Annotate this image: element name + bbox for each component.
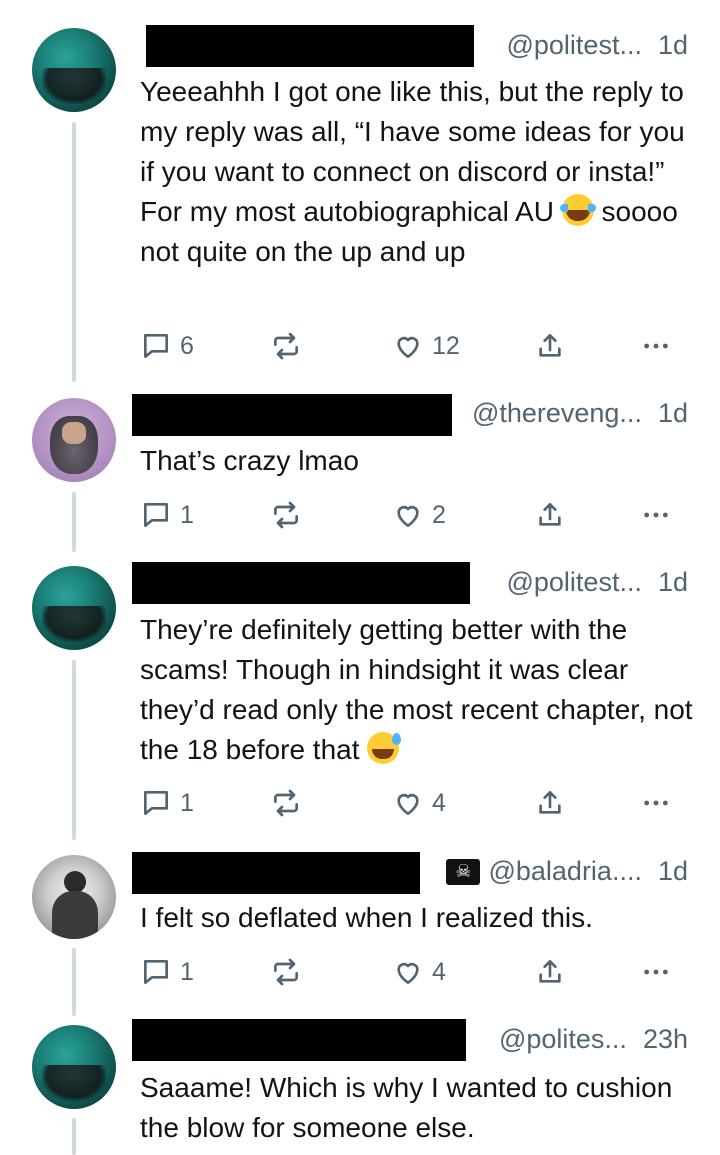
pirate-flag-icon: ☠ (446, 858, 481, 885)
reply-button[interactable]: 1 (140, 783, 194, 823)
heart-icon (397, 336, 419, 358)
heart-icon (397, 793, 419, 815)
post-text: Saaame! Which is why I wanted to cushion… (140, 1072, 673, 1143)
ellipsis-icon (644, 969, 668, 975)
reply-count: 1 (180, 957, 194, 986)
share-icon (539, 960, 561, 983)
like-count: 12 (432, 331, 460, 360)
share-button[interactable] (534, 952, 566, 992)
ellipsis-icon (644, 800, 668, 806)
repost-icon (274, 958, 298, 986)
post-text: Yeeeahhh I got one like this, but the re… (140, 76, 685, 267)
action-bar: 6 12 (140, 326, 680, 366)
ellipsis-icon (644, 512, 668, 518)
redacted-display-name (146, 25, 474, 67)
avatar[interactable] (32, 566, 116, 650)
handle[interactable]: @politest... (506, 567, 641, 598)
reply-count: 1 (180, 500, 194, 529)
share-button[interactable] (534, 783, 566, 823)
repost-button[interactable] (270, 783, 302, 823)
post-header: @thereveng... 1d (472, 398, 688, 429)
like-button[interactable]: 4 (392, 783, 446, 823)
like-count: 4 (432, 788, 446, 817)
avatar-body (52, 891, 98, 939)
post-text: I felt so deflated when I realized this. (140, 902, 593, 933)
thread-line (72, 1118, 76, 1155)
action-bar: 1 4 (140, 783, 680, 823)
repost-icon (274, 332, 298, 360)
repost-icon (274, 501, 298, 529)
post-header: @politest... 1d (506, 567, 688, 598)
more-options-button[interactable] (640, 326, 672, 366)
thread-line (72, 122, 76, 382)
redacted-display-name (132, 1019, 466, 1061)
handle[interactable]: @thereveng... (472, 398, 642, 429)
more-options-button[interactable] (640, 783, 672, 823)
like-button[interactable]: 2 (392, 495, 446, 535)
reply-icon (144, 334, 168, 358)
heart-icon (397, 962, 419, 984)
action-bar: 1 2 (140, 495, 680, 535)
post-text: They’re definitely getting better with t… (140, 614, 693, 765)
reply-button[interactable]: 1 (140, 952, 194, 992)
like-button[interactable]: 4 (392, 952, 446, 992)
reply-icon (144, 503, 168, 527)
more-options-button[interactable] (640, 952, 672, 992)
share-button[interactable] (534, 495, 566, 535)
repost-button[interactable] (270, 495, 302, 535)
face-with-tears-of-joy-icon (559, 194, 596, 226)
repost-button[interactable] (270, 952, 302, 992)
reply-icon (144, 791, 168, 815)
post-text: That’s crazy lmao (140, 445, 359, 476)
timestamp[interactable]: 1d (658, 30, 688, 61)
reply-count: 6 (180, 331, 194, 360)
timestamp[interactable]: 23h (643, 1024, 688, 1055)
handle[interactable]: @polites... (499, 1024, 627, 1055)
avatar[interactable] (32, 28, 116, 112)
avatar[interactable] (32, 1025, 116, 1109)
ellipsis-icon (644, 343, 668, 349)
reply-icon (144, 960, 168, 984)
avatar[interactable] (32, 398, 116, 482)
handle[interactable]: @baladria.... (488, 856, 641, 887)
timestamp[interactable]: 1d (658, 856, 688, 887)
timestamp[interactable]: 1d (658, 398, 688, 429)
more-options-button[interactable] (640, 495, 672, 535)
redacted-display-name (132, 394, 452, 436)
thread-line (72, 948, 76, 1016)
redacted-display-name (132, 852, 420, 894)
share-icon (539, 503, 561, 526)
like-button[interactable]: 12 (392, 326, 460, 366)
like-count: 2 (432, 500, 446, 529)
repost-button[interactable] (270, 326, 302, 366)
post-header: ☠ @baladria.... 1d (446, 856, 688, 887)
reply-button[interactable]: 1 (140, 495, 194, 535)
grinning-face-with-sweat-icon (367, 732, 402, 764)
avatar[interactable] (32, 855, 116, 939)
action-bar: 1 4 (140, 952, 680, 992)
reply-count: 1 (180, 788, 194, 817)
post-header: @polites... 23h (499, 1024, 688, 1055)
heart-icon (397, 505, 419, 527)
reply-button[interactable]: 6 (140, 326, 194, 366)
share-icon (539, 791, 561, 814)
avatar-face (62, 422, 86, 444)
avatar-head (64, 871, 86, 893)
share-button[interactable] (534, 326, 566, 366)
thread-line (72, 660, 76, 840)
like-count: 4 (432, 957, 446, 986)
thread-line (72, 492, 76, 552)
handle[interactable]: @politest... (506, 30, 641, 61)
redacted-display-name (132, 562, 470, 604)
timestamp[interactable]: 1d (658, 567, 688, 598)
repost-icon (274, 789, 298, 817)
share-icon (539, 334, 561, 357)
post-header: @politest... 1d (506, 30, 688, 61)
